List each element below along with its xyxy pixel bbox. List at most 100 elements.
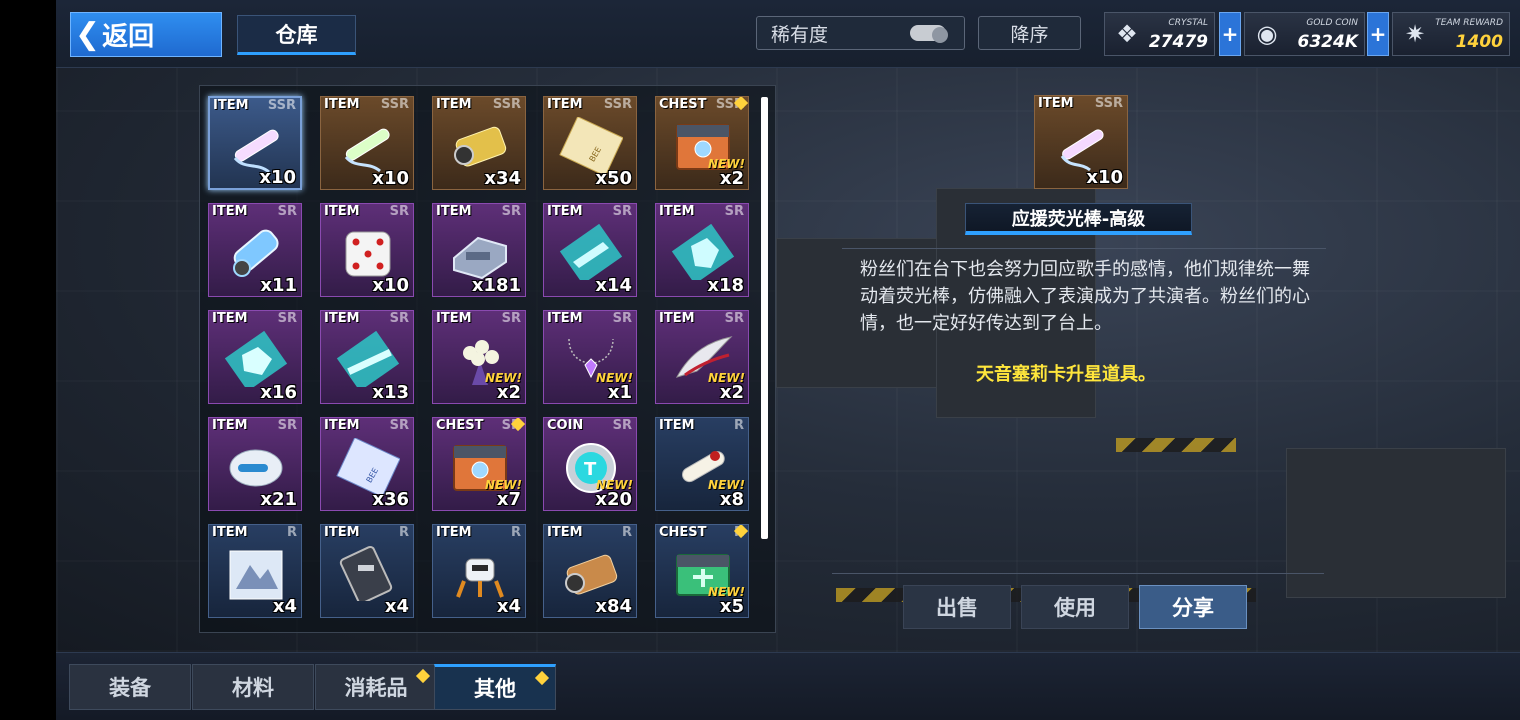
inventory-slot[interactable]: ITEM SR x18 bbox=[655, 203, 749, 297]
inventory-slot[interactable]: ITEM SR NEW! x2 bbox=[655, 310, 749, 404]
inventory-slot[interactable]: ITEM Rx4 bbox=[208, 524, 302, 618]
item-count: x18 bbox=[707, 275, 744, 296]
inventory-slot[interactable]: ITEM Rx4 bbox=[432, 524, 526, 618]
item-rarity-label: SR bbox=[277, 204, 297, 219]
robot-icon bbox=[456, 558, 504, 598]
tab-materials[interactable]: 材料 bbox=[192, 664, 314, 710]
tab-consumables[interactable]: 消耗品 bbox=[315, 664, 437, 710]
divider bbox=[842, 248, 1326, 249]
tab-other[interactable]: 其他 bbox=[434, 664, 556, 710]
inventory-slot[interactable]: ITEM Rx4 bbox=[320, 524, 414, 618]
add-currency-button[interactable]: + bbox=[1367, 12, 1389, 56]
toggle-switch-icon[interactable] bbox=[910, 25, 948, 43]
item-type-label: ITEM bbox=[547, 311, 583, 326]
item-count: x16 bbox=[260, 382, 297, 403]
item-type-label: ITEM bbox=[212, 204, 248, 219]
item-type-label: ITEM bbox=[324, 418, 360, 433]
inventory-scrollbar[interactable] bbox=[761, 97, 768, 539]
inventory-slot[interactable]: ITEM SR NEW! x1 bbox=[543, 310, 637, 404]
item-count: x2 bbox=[719, 168, 744, 189]
tab-warehouse[interactable]: 仓库 bbox=[237, 15, 356, 55]
item-count: x2 bbox=[496, 382, 521, 403]
helmet-icon bbox=[229, 449, 283, 487]
currency-team-reward: ✷ TEAM REWARD 1400 bbox=[1392, 12, 1510, 56]
inventory-slot[interactable]: ITEM SR x21 bbox=[208, 417, 302, 511]
blue-ticket-icon: BEE bbox=[336, 438, 400, 494]
inventory-slot[interactable]: ITEM SR x14 bbox=[543, 203, 637, 297]
item-rarity-label: R bbox=[733, 418, 744, 433]
item-count: x36 bbox=[372, 489, 409, 510]
item-type-label: ITEM bbox=[212, 525, 248, 540]
item-count: x20 bbox=[595, 489, 632, 510]
crystal-icon: ❖ bbox=[1116, 20, 1138, 48]
item-rarity-label: SR bbox=[501, 204, 521, 219]
detail-item-note: 天音塞莉卡升星道具。 bbox=[976, 364, 1156, 385]
detail-item-type: ITEM bbox=[1038, 96, 1074, 111]
item-type-label: CHEST bbox=[659, 525, 707, 540]
inventory-slot[interactable]: COIN SR T NEW! x20 bbox=[543, 417, 637, 511]
item-rarity-label: SR bbox=[277, 311, 297, 326]
blueprint-rifle-icon bbox=[336, 331, 400, 387]
inventory-slot[interactable]: ITEM SR x181 bbox=[432, 203, 526, 297]
blueprint-armor-icon bbox=[671, 224, 735, 280]
order-sort-button[interactable]: 降序 bbox=[978, 16, 1081, 50]
item-rarity-label: R bbox=[510, 525, 521, 540]
share-button[interactable]: 分享 bbox=[1139, 585, 1247, 629]
copper-capsule-icon bbox=[565, 554, 618, 595]
item-rarity-label: SR bbox=[389, 311, 409, 326]
inventory-slot[interactable]: ITEM SSR x34 bbox=[432, 96, 526, 190]
inventory-slot[interactable]: ITEM R NEW! x8 bbox=[655, 417, 749, 511]
use-button[interactable]: 使用 bbox=[1021, 585, 1129, 629]
back-button[interactable]: ❮ 返回 bbox=[70, 12, 222, 57]
item-rarity-label: SSR bbox=[603, 97, 632, 112]
item-type-label: ITEM bbox=[324, 311, 360, 326]
dark-module-icon bbox=[339, 545, 393, 601]
inventory-slot[interactable]: ITEM SR BEE x36 bbox=[320, 417, 414, 511]
game-screen: ❮ 返回 仓库 稀有度 降序 ITEM SSR x10 应援荧光棒-高级 粉丝们… bbox=[0, 0, 1520, 720]
item-count: x10 bbox=[372, 275, 409, 296]
tab-label: 装备 bbox=[109, 676, 151, 700]
item-count: x14 bbox=[595, 275, 632, 296]
item-rarity-label: SR bbox=[724, 204, 744, 219]
chevron-left-icon: ❮ bbox=[75, 16, 101, 52]
item-rarity-label: SR bbox=[389, 418, 409, 433]
plus-icon: + bbox=[1221, 22, 1239, 46]
inventory-slot[interactable]: ITEM SSR BEE x50 bbox=[543, 96, 637, 190]
item-rarity-label: SR bbox=[389, 204, 409, 219]
item-rarity-label: SSR bbox=[492, 97, 521, 112]
inventory-slot[interactable]: CHEST SR NEW! x7 bbox=[432, 417, 526, 511]
item-type-label: COIN bbox=[547, 418, 584, 433]
inventory-slot[interactable]: ITEM SR x16 bbox=[208, 310, 302, 404]
item-count: x181 bbox=[471, 275, 521, 296]
inventory-slot[interactable]: CHEST SSR NEW! x2 bbox=[655, 96, 749, 190]
detail-item-count: x10 bbox=[1086, 167, 1123, 188]
inventory-slot[interactable]: ITEM SSR x10 bbox=[208, 96, 302, 190]
item-count: x4 bbox=[496, 596, 521, 617]
item-count: x10 bbox=[372, 168, 409, 189]
item-count: x10 bbox=[259, 167, 296, 188]
detail-item-icon: ITEM SSR x10 bbox=[1034, 95, 1128, 189]
dice-icon bbox=[345, 231, 391, 277]
item-type-label: ITEM bbox=[212, 418, 248, 433]
detail-item-description: 粉丝们在台下也会努力回应歌手的感情，他们规律统一舞动着荧光棒，仿佛融入了表演成为… bbox=[860, 259, 1310, 334]
inventory-slot[interactable]: ITEM Rx84 bbox=[543, 524, 637, 618]
item-type-label: ITEM bbox=[659, 311, 695, 326]
inventory-slot[interactable]: ITEM SR x13 bbox=[320, 310, 414, 404]
item-count: x13 bbox=[372, 382, 409, 403]
inventory-slot[interactable]: ITEM SR NEW! x2 bbox=[432, 310, 526, 404]
add-currency-button[interactable]: + bbox=[1219, 12, 1241, 56]
item-count: x21 bbox=[260, 489, 297, 510]
hazard-stripe bbox=[1116, 438, 1236, 452]
rarity-sort-toggle[interactable]: 稀有度 bbox=[756, 16, 965, 50]
divider bbox=[832, 573, 1324, 574]
sell-button[interactable]: 出售 bbox=[903, 585, 1011, 629]
item-count: x84 bbox=[595, 596, 632, 617]
currency-value: 1400 bbox=[1455, 32, 1503, 52]
inventory-slot[interactable]: ITEM SR x10 bbox=[320, 203, 414, 297]
inventory-slot[interactable]: ITEM SSR x10 bbox=[320, 96, 414, 190]
tab-equipment[interactable]: 装备 bbox=[69, 664, 191, 710]
team-reward-icon: ✷ bbox=[1404, 20, 1426, 48]
inventory-slot[interactable]: CHESTRNEW!x5 bbox=[655, 524, 749, 618]
inventory-slot[interactable]: ITEM SR x11 bbox=[208, 203, 302, 297]
item-rarity-label: SR bbox=[612, 311, 632, 326]
